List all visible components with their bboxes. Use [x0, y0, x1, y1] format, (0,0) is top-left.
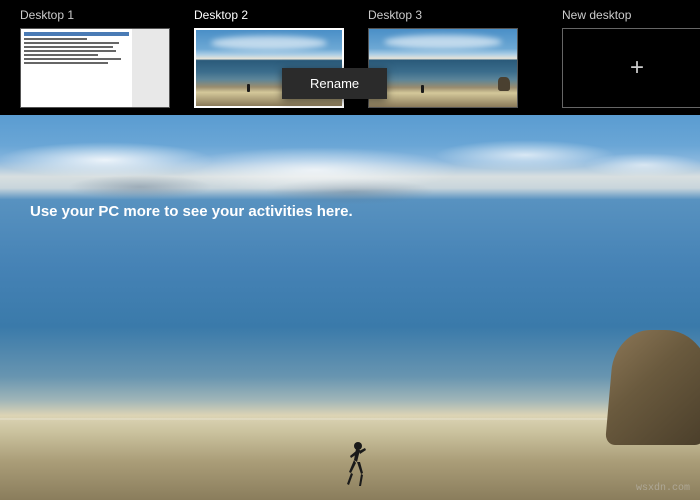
activity-hint: Use your PC more to see your activities … — [30, 203, 353, 220]
desktop-2-label: Desktop 2 — [194, 8, 344, 22]
task-view-bar: Desktop 1 Desktop 2 De — [0, 0, 700, 115]
desktop-3[interactable]: Desktop 3 — [368, 8, 518, 115]
desktop-3-thumbnail[interactable] — [368, 28, 518, 108]
desktop-1[interactable]: Desktop 1 — [20, 8, 170, 115]
new-desktop-button[interactable]: + — [562, 28, 700, 108]
rename-menu-item[interactable]: Rename — [310, 76, 359, 91]
watermark: wsxdn.com — [636, 483, 690, 494]
context-menu: Rename — [282, 68, 387, 99]
timeline-area: Use your PC more to see your activities … — [0, 115, 700, 500]
new-desktop-label: New desktop — [562, 8, 700, 22]
plus-icon: + — [630, 54, 644, 82]
desktop-3-label: Desktop 3 — [368, 8, 518, 22]
desktop-1-label: Desktop 1 — [20, 8, 170, 22]
desktop-1-thumbnail[interactable] — [20, 28, 170, 108]
wallpaper-rock — [605, 330, 700, 445]
new-desktop[interactable]: New desktop + — [562, 8, 700, 115]
wallpaper-runner — [345, 440, 369, 488]
